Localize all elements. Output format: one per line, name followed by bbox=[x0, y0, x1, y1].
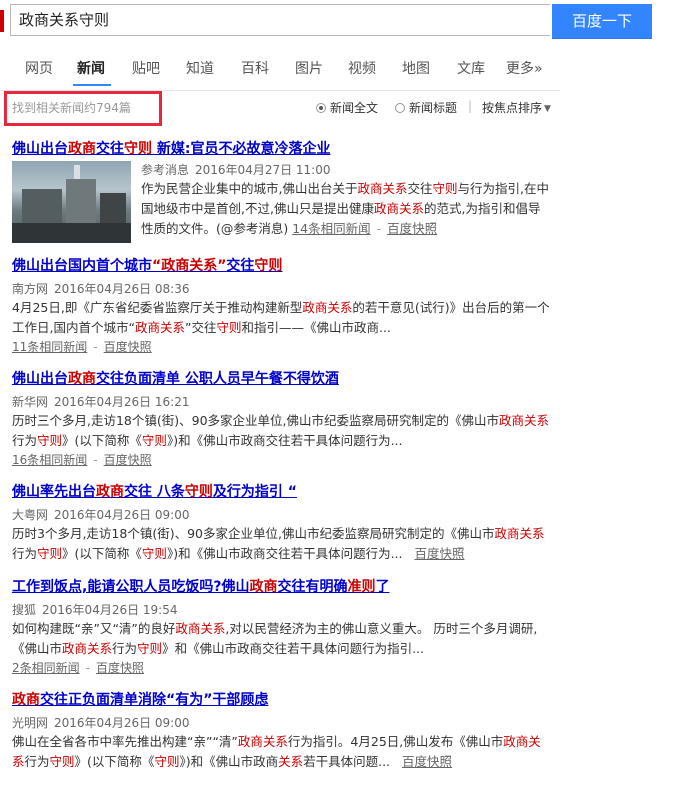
cache-link[interactable]: 百度快照 bbox=[387, 221, 437, 236]
result-item: 佛山率先出台政商交往 八条守则及行为指引 “ 大粤网 2016年04月26日 09… bbox=[12, 483, 552, 564]
result-source: 南方网 2016年04月26日 08:36 bbox=[12, 282, 190, 296]
result-source: 光明网 2016年04月26日 09:00 bbox=[12, 716, 190, 730]
tab-video[interactable]: 视频 bbox=[348, 58, 376, 78]
radio-unselected-icon[interactable] bbox=[395, 103, 405, 113]
filter-title-label: 新闻标题 bbox=[409, 101, 458, 115]
result-title[interactable]: 工作到饭点,能请公职人员吃饭吗?佛山政商交往有明确准则了 bbox=[12, 578, 552, 597]
result-source: 搜狐 2016年04月26日 19:54 bbox=[12, 603, 178, 617]
cache-link[interactable]: 百度快照 bbox=[96, 661, 144, 675]
result-title[interactable]: 佛山出台国内首个城市“政商关系”交往守则 bbox=[12, 257, 552, 276]
sort-label: 按焦点排序 bbox=[482, 101, 543, 115]
result-item: 佛山出台政商交往负面清单 公职人员早午餐不得饮酒 新华网 2016年04月26日 … bbox=[12, 370, 552, 469]
radio-selected-icon[interactable] bbox=[316, 103, 326, 113]
tab-zhidao[interactable]: 知道 bbox=[186, 58, 214, 78]
result-summary: 4月25日,即《广东省纪委省监察厅关于推动构建新型政商关系的若干意见(试行)》出… bbox=[12, 300, 550, 335]
result-summary: 历时3个多月,走访18个镇(街)、90多家企业单位,佛山市纪委监察局研究制定的《… bbox=[12, 526, 545, 561]
annotation-highlight-box bbox=[4, 91, 162, 126]
result-item: 佛山出台国内首个城市“政商关系”交往守则 南方网 2016年04月26日 08:3… bbox=[12, 257, 552, 356]
sort-dropdown[interactable]: 按焦点排序 ▼ bbox=[482, 99, 551, 116]
related-news-link[interactable]: 2条相同新闻 bbox=[12, 661, 80, 675]
result-source: 大粤网 2016年04月26日 09:00 bbox=[12, 508, 190, 522]
filter-full-text-label: 新闻全文 bbox=[330, 101, 379, 115]
filter-full-text[interactable]: 新闻全文 bbox=[316, 99, 378, 116]
search-input[interactable]: 政商关系守则 bbox=[10, 4, 550, 36]
result-item: 政商交往正负面清单消除“有为”干部顾虑 光明网 2016年04月26日 09:00… bbox=[12, 691, 552, 772]
tab-more[interactable]: 更多» bbox=[506, 58, 543, 78]
cache-link[interactable]: 百度快照 bbox=[104, 340, 152, 354]
cache-link[interactable]: 百度快照 bbox=[414, 546, 464, 561]
related-news-link[interactable]: 11条相同新闻 bbox=[12, 340, 87, 354]
result-title[interactable]: 政商交往正负面清单消除“有为”干部顾虑 bbox=[12, 691, 552, 710]
tab-wenku[interactable]: 文库 bbox=[457, 58, 485, 78]
result-item: 佛山出台政商交往守则 新媒:官员不必故意冷落企业 参考消息 2016年04月27日… bbox=[12, 140, 552, 243]
related-news-link[interactable]: 16条相同新闻 bbox=[12, 453, 87, 467]
result-title[interactable]: 佛山出台政商交往守则 新媒:官员不必故意冷落企业 bbox=[12, 140, 552, 159]
active-tab-indicator bbox=[73, 84, 111, 86]
result-title[interactable]: 佛山率先出台政商交往 八条守则及行为指引 “ bbox=[12, 483, 552, 502]
result-thumbnail[interactable] bbox=[12, 161, 131, 243]
result-summary: 佛山在全省各市中率先推出构建“亲”“清”政商关系行为指引。4月25日,佛山发布《… bbox=[12, 734, 541, 769]
tab-map[interactable]: 地图 bbox=[402, 58, 430, 78]
result-item: 工作到饭点,能请公职人员吃饭吗?佛山政商交往有明确准则了 搜狐 2016年04月2… bbox=[12, 578, 552, 677]
related-news-link[interactable]: 14条相同新闻 bbox=[292, 221, 370, 236]
result-summary: 作为民营企业集中的城市,佛山出台关于政商关系交往守则与行为指引,在中国地级市中是… bbox=[141, 181, 550, 236]
results-list: 佛山出台政商交往守则 新媒:官员不必故意冷落企业 参考消息 2016年04月27日… bbox=[12, 140, 552, 786]
filter-separator: | bbox=[468, 99, 473, 113]
result-source: 参考消息 2016年04月27日 11:00 bbox=[141, 163, 331, 177]
result-title[interactable]: 佛山出台政商交往负面清单 公职人员早午餐不得饮酒 bbox=[12, 370, 552, 389]
tab-baike[interactable]: 百科 bbox=[241, 58, 269, 78]
result-source: 新华网 2016年04月26日 16:21 bbox=[12, 395, 190, 409]
result-summary: 如何构建既“亲”又“清”的良好政商关系,对以民营经济为主的佛山意义重大。 历时三… bbox=[12, 621, 538, 656]
filter-title[interactable]: 新闻标题 bbox=[395, 99, 457, 116]
tab-tieba[interactable]: 贴吧 bbox=[132, 58, 160, 78]
cache-link[interactable]: 百度快照 bbox=[104, 453, 152, 467]
search-tabs: 网页 新闻 贴吧 知道 百科 图片 视频 地图 文库 更多» bbox=[0, 44, 560, 90]
tab-news[interactable]: 新闻 bbox=[77, 58, 105, 78]
tab-images[interactable]: 图片 bbox=[295, 58, 323, 78]
tab-web[interactable]: 网页 bbox=[25, 58, 53, 78]
logo-fragment bbox=[0, 10, 4, 32]
cache-link[interactable]: 百度快照 bbox=[402, 754, 452, 769]
caret-down-icon: ▼ bbox=[544, 104, 551, 114]
result-summary: 历时三个多月,走访18个镇(街)、90多家企业单位,佛山市纪委监察局研究制定的《… bbox=[12, 413, 550, 448]
search-button[interactable]: 百度一下 bbox=[552, 4, 652, 39]
